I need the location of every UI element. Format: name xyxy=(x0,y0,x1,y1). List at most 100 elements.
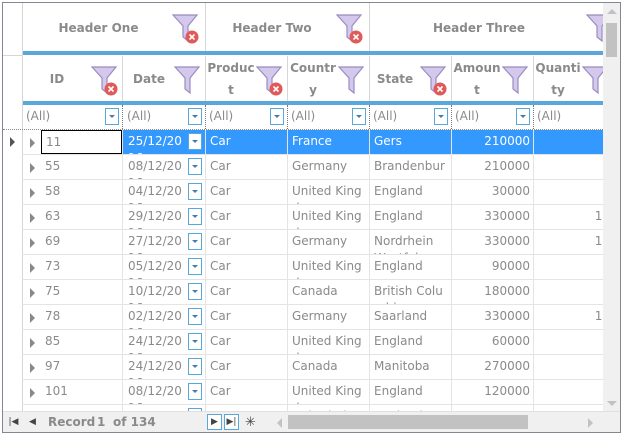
cell-quantity[interactable]: 11 xyxy=(534,230,603,254)
filter-clear-icon[interactable] xyxy=(335,13,364,45)
cell-quantity[interactable]: 11 xyxy=(534,205,603,229)
cell-country[interactable]: Canada xyxy=(288,280,370,304)
cell-date[interactable]: 02/12/2016 xyxy=(124,305,188,329)
cell-state[interactable]: England xyxy=(370,330,452,354)
cell-id[interactable]: 58 xyxy=(41,180,122,204)
cell-product[interactable]: Car xyxy=(206,280,288,304)
filter-clear-icon[interactable] xyxy=(171,13,200,45)
filter-dropdown-button[interactable] xyxy=(516,108,530,125)
cell-date[interactable]: 10/12/2016 xyxy=(124,280,188,304)
date-dropdown-button[interactable] xyxy=(188,208,202,225)
cell-id[interactable]: 73 xyxy=(41,255,122,279)
filter-icon[interactable] xyxy=(501,65,530,97)
cell-product[interactable]: Car xyxy=(206,305,288,329)
cell-id[interactable]: 85 xyxy=(41,330,122,354)
column-header-amount[interactable]: Amount xyxy=(453,56,501,102)
cell-country[interactable]: Germany xyxy=(288,230,370,254)
date-dropdown-button[interactable] xyxy=(188,383,202,400)
expand-row-icon[interactable] xyxy=(30,338,35,348)
cell-quantity[interactable]: 7 xyxy=(534,155,603,179)
cell-date[interactable]: 04/12/2016 xyxy=(124,180,188,204)
cell-date[interactable]: 29/12/2016 xyxy=(124,205,188,229)
scroll-right-arrow[interactable] xyxy=(588,418,593,428)
cell-state[interactable]: British Columbia xyxy=(370,280,452,304)
cell-product[interactable]: Car xyxy=(206,230,288,254)
cell-product[interactable]: Car xyxy=(206,255,288,279)
cell-product[interactable]: Car xyxy=(206,380,288,404)
cell-country[interactable]: France xyxy=(288,130,370,154)
cell-amount[interactable]: 120000 xyxy=(452,380,534,404)
filter-clear-icon[interactable] xyxy=(255,65,284,97)
cell-amount[interactable]: 180000 xyxy=(452,280,534,304)
date-dropdown-button[interactable] xyxy=(188,183,202,200)
expand-row-icon[interactable] xyxy=(30,363,35,373)
cell-id[interactable]: 97 xyxy=(41,355,122,379)
last-record-button[interactable]: ▶| xyxy=(224,414,239,430)
expand-row-icon[interactable] xyxy=(30,138,35,148)
vertical-scroll-thumb[interactable] xyxy=(606,23,617,57)
expand-row-icon[interactable] xyxy=(30,288,35,298)
cell-quantity[interactable]: 6 xyxy=(534,280,603,304)
cell-amount[interactable]: 330000 xyxy=(452,205,534,229)
expand-row-icon[interactable] xyxy=(30,313,35,323)
cell-state[interactable]: England xyxy=(370,255,452,279)
filter-icon[interactable] xyxy=(581,65,603,97)
column-header-id[interactable]: ID xyxy=(24,56,90,102)
cell-quantity[interactable]: 9 xyxy=(534,355,603,379)
cell-amount[interactable]: 210000 xyxy=(452,130,534,154)
filter-icon[interactable] xyxy=(173,65,202,97)
cell-date[interactable]: 24/12/2016 xyxy=(124,330,188,354)
filter-dropdown-button[interactable] xyxy=(188,108,202,125)
cell-amount[interactable]: 210000 xyxy=(452,155,534,179)
date-dropdown-button[interactable] xyxy=(188,133,202,150)
cell-id[interactable]: 101 xyxy=(41,380,122,404)
cell-amount[interactable]: 60000 xyxy=(452,330,534,354)
column-header-country[interactable]: Country xyxy=(289,56,337,102)
cell-quantity[interactable]: 7 xyxy=(534,130,603,154)
cell-id[interactable]: 63 xyxy=(41,205,122,229)
expand-row-icon[interactable] xyxy=(30,188,35,198)
filter-dropdown-button[interactable] xyxy=(270,108,284,125)
cell-amount[interactable]: 30000 xyxy=(452,180,534,204)
cell-quantity[interactable]: 3 xyxy=(534,255,603,279)
cell-amount[interactable]: 330000 xyxy=(452,305,534,329)
cell-date[interactable]: 08/12/2016 xyxy=(124,380,188,404)
cell-id[interactable]: 75 xyxy=(41,280,122,304)
filter-dropdown-button[interactable] xyxy=(105,108,119,125)
date-dropdown-button[interactable] xyxy=(188,233,202,250)
cell-state[interactable]: England xyxy=(370,205,452,229)
new-record-icon[interactable]: ✳ xyxy=(243,414,258,430)
cell-id[interactable]: 11 xyxy=(41,130,122,154)
cell-id[interactable]: 69 xyxy=(41,230,122,254)
column-header-date[interactable]: Date xyxy=(125,56,173,102)
cell-country[interactable]: United Kingdom xyxy=(288,255,370,279)
cell-state[interactable]: Manitoba xyxy=(370,355,452,379)
cell-date[interactable]: 25/12/2016 xyxy=(124,130,188,154)
expand-row-icon[interactable] xyxy=(30,388,35,398)
filter-dropdown-button[interactable] xyxy=(434,108,448,125)
date-dropdown-button[interactable] xyxy=(188,308,202,325)
filter-icon[interactable] xyxy=(585,13,603,45)
header-group-1[interactable]: Header One xyxy=(22,3,175,52)
vertical-scrollbar[interactable] xyxy=(603,3,620,411)
expand-row-icon[interactable] xyxy=(30,263,35,273)
cell-product[interactable]: Car xyxy=(206,155,288,179)
cell-country[interactable]: Germany xyxy=(288,155,370,179)
cell-quantity[interactable]: 11 xyxy=(534,305,603,329)
column-header-quantity[interactable]: Quantity xyxy=(535,56,581,102)
date-dropdown-button[interactable] xyxy=(188,358,202,375)
first-record-button[interactable]: |◀ xyxy=(6,414,21,430)
filter-cell[interactable]: (All) xyxy=(534,105,603,129)
header-group-2[interactable]: Header Two xyxy=(205,3,339,52)
header-group-3[interactable]: Header Three xyxy=(369,3,589,52)
cell-quantity[interactable]: 2 xyxy=(534,330,603,354)
column-header-state[interactable]: State xyxy=(371,56,419,102)
cell-id[interactable]: 55 xyxy=(41,155,122,179)
cell-amount[interactable]: 90000 xyxy=(452,255,534,279)
date-dropdown-button[interactable] xyxy=(188,283,202,300)
cell-country[interactable]: United Kingdom xyxy=(288,380,370,404)
cell-date[interactable]: 05/12/2016 xyxy=(124,255,188,279)
expand-row-icon[interactable] xyxy=(30,213,35,223)
date-dropdown-button[interactable] xyxy=(188,258,202,275)
cell-product[interactable]: Car xyxy=(206,205,288,229)
